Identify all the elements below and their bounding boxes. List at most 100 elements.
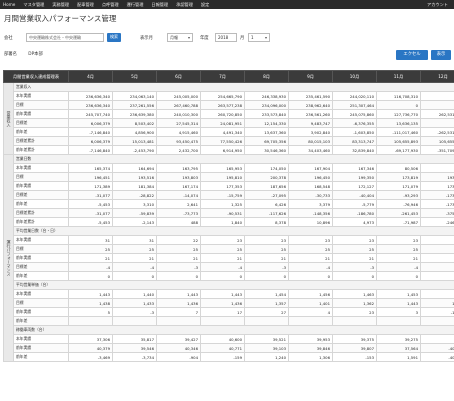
display-select[interactable]: 月報 ▾ [167, 33, 193, 42]
display-label: 表示月 [140, 36, 153, 41]
table-cell: 40,771 [200, 343, 246, 353]
table-cell: -2,143 [112, 217, 158, 227]
table-cell: -246,306 [420, 217, 454, 227]
table-cell: -73,773 [156, 208, 202, 218]
table-cell: -14,074 [156, 190, 202, 200]
nav-settings[interactable]: 設定 [197, 0, 213, 9]
nav-master[interactable]: マスタ管理 [19, 0, 48, 9]
table-cell: 195,810 [200, 172, 246, 182]
chevron-down-icon: ▾ [187, 35, 190, 40]
table-row: 本年実績 37,306 35,817 39,427 40,600 39,521 39,953… [4, 334, 454, 344]
table-cell: 2,641 [156, 199, 202, 209]
table-cell: 164,694 [112, 163, 158, 173]
table-row: 前年実績 40,379 39,546 40,346 40,771 39,103 39,846… [4, 343, 454, 353]
row-label: 前年差 [12, 199, 70, 209]
table-cell: 173,819 [376, 172, 422, 182]
nav-home[interactable]: Home [0, 0, 19, 9]
table-cell: -186,780 [332, 208, 378, 218]
table-row: 目標差 6,006,379 8,503,402 27,545,314 24,081,95… [4, 118, 454, 128]
nav-approval[interactable]: 承認管理 [172, 0, 197, 9]
table-row: 本年実績 236,636,340 234,063,140 245,005,000 254… [4, 91, 454, 101]
table-cell: 235,461,590 [288, 91, 334, 101]
table-cell: 1,463 [332, 289, 378, 299]
table-cell: 0 [68, 271, 114, 281]
row-label: 本年実績 [12, 163, 70, 173]
month-header: 10月 [332, 70, 378, 83]
table-cell: 21 [244, 253, 290, 263]
table-cell: -3 [244, 262, 290, 272]
table-cell: -1,495 [420, 307, 454, 317]
search-button[interactable]: 検索 [107, 33, 121, 42]
table-cell: 39,103 [244, 343, 290, 353]
table-row: 目標252525252525252525 [4, 244, 454, 254]
table-cell: 0 [376, 271, 422, 281]
table-cell: -4 [112, 262, 158, 272]
table-cell: -173,975 [420, 199, 454, 209]
row-label: 目標差 [12, 190, 70, 200]
table-cell [244, 316, 290, 326]
table-cell: 37,564 [376, 343, 422, 353]
table-cell: 237,261,556 [112, 100, 158, 110]
nav-rollcall[interactable]: 点呼管理 [98, 0, 123, 9]
table-cell: 171,389 [68, 181, 114, 191]
show-button[interactable]: 表示 [431, 50, 451, 60]
nav-daily-report[interactable]: 日報管理 [147, 0, 172, 9]
nav-operations[interactable]: 実務管理 [48, 0, 73, 9]
table-cell: -40,757 [420, 343, 454, 353]
table-cell: -40,404 [332, 190, 378, 200]
table-body: 営業収入 営業収入 本年実績 236,636,340 234,063,140 245,00… [3, 82, 454, 362]
nav-operation-mgmt[interactable]: 運行管理 [123, 0, 148, 9]
table-cell: 0 [376, 100, 422, 110]
table-cell: 187,656 [244, 181, 290, 191]
table-cell: 40,600 [200, 334, 246, 344]
account-menu[interactable]: アカウント [427, 0, 448, 9]
table-cell: 260,720,850 [200, 109, 246, 119]
table-cell: 0 [288, 271, 334, 281]
performance-table[interactable]: 月間営業収入達成管理表 4月 5月 6月 7月 8月 9月 10月 11月 12… [3, 70, 454, 401]
top-nav: Home マスタ管理 実務管理 配車管理 点呼管理 運行管理 日報管理 承認管理… [0, 0, 454, 9]
company-input[interactable]: 中央運輸株式会社・中央運輸 [26, 33, 104, 42]
month-header: 9月 [288, 70, 334, 83]
table-cell: 1,325 [200, 199, 246, 209]
month-select[interactable]: 1 ▾ [248, 33, 270, 42]
table-cell: 21 [68, 253, 114, 263]
table-cell: 199,350 [332, 172, 378, 182]
table-cell: 0 [112, 271, 158, 281]
nav-dispatch[interactable]: 配車管理 [73, 0, 98, 9]
table-cell: 2,432,700 [156, 145, 202, 155]
table-cell: 1,240 [244, 352, 290, 362]
year-input[interactable]: 2018 [215, 33, 237, 42]
table-cell: 0 [200, 271, 246, 281]
table-cell: 105,655,893 [420, 136, 454, 146]
table-cell: 116,708,310 [376, 91, 422, 101]
table-cell: -93,293 [376, 190, 422, 200]
table-cell: 17 [200, 307, 246, 317]
row-label: 目標差 [12, 262, 70, 272]
table-cell: 193,803 [156, 172, 202, 182]
row-label: 前年差 [12, 127, 70, 137]
table-cell: 236,636,340 [68, 100, 114, 110]
table-cell: -28,822 [112, 190, 158, 200]
table-row: 目標差累計 -31,077 -59,839 -73,773 -90,531 -117,62… [4, 208, 454, 218]
table-cell: 1,453 [376, 289, 422, 299]
table-cell: -69,177,930 [376, 145, 422, 155]
table-cell: 3,902,840 [288, 127, 334, 137]
table-cell [288, 316, 334, 326]
table-cell [112, 316, 158, 326]
table-cell: 25 [200, 244, 246, 254]
table-cell: 1,362 [332, 298, 378, 308]
row-label: 目標 [12, 100, 70, 110]
table-cell: 1,440 [112, 289, 158, 299]
table-cell: -31,077 [68, 208, 114, 218]
table-cell: 171,079 [376, 181, 422, 191]
table-cell: 7 [156, 307, 202, 317]
table-cell: 22 [156, 235, 202, 245]
excel-button[interactable]: エクセル [396, 50, 428, 60]
table-cell: 15,013,481 [112, 136, 158, 146]
table-cell: 5 [68, 307, 114, 317]
section-title: 営業日数 [12, 154, 454, 164]
table-row: 前年実績5-3717274233-1,495 [4, 307, 454, 317]
table-cell: -15,759 [200, 190, 246, 200]
table-row: 前年差累計 -7,146,840 -2,453,790 2,432,700 6,914,… [4, 145, 454, 155]
table-cell: -7,146,840 [68, 127, 114, 137]
